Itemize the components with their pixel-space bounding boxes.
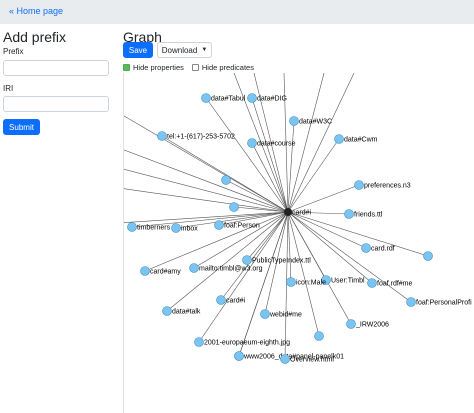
- graph-node-label: foaf:PersonalProfi: [416, 300, 472, 307]
- graph-edge: [205, 97, 289, 213]
- graph-node[interactable]: [280, 354, 290, 364]
- graph-node[interactable]: [247, 138, 257, 148]
- graph-node-label: foaf.rdf#me: [377, 281, 413, 288]
- submit-button[interactable]: Submit: [3, 119, 40, 135]
- graph-edge: [124, 211, 289, 223]
- graph-node-label: icon:Male: [296, 280, 326, 287]
- graph-edge: [124, 188, 289, 213]
- graph-node[interactable]: [234, 351, 244, 361]
- graph-node[interactable]: [354, 180, 364, 190]
- graph-node[interactable]: [221, 175, 231, 185]
- graph-node-label: data#Cwm: [344, 137, 378, 144]
- graph-edge: [124, 149, 289, 213]
- graph-edge: [251, 97, 289, 213]
- graph-edge: [198, 211, 289, 343]
- graph-node-label: Overview.html: [290, 357, 334, 364]
- graph-canvas[interactable]: data#Tabul data#DIG data#W3C tel:+1-(617)-2…: [123, 73, 474, 413]
- save-button[interactable]: Save: [123, 42, 153, 58]
- home-page-link[interactable]: « Home page: [9, 6, 63, 16]
- graph-node[interactable]: [216, 295, 226, 305]
- graph-node[interactable]: [229, 202, 239, 212]
- graph-edge: [246, 211, 289, 261]
- iri-input[interactable]: [3, 96, 109, 112]
- iri-label: IRI: [3, 84, 14, 93]
- graph-node-label: data#W3C: [299, 119, 332, 126]
- download-label: Download: [161, 45, 198, 55]
- graph-options: Hide properties Hide predicates: [123, 63, 254, 72]
- graph-node-label: data#talk: [172, 309, 201, 316]
- graph-node[interactable]: [171, 223, 181, 233]
- graph-node[interactable]: [406, 297, 416, 307]
- prefix-label: Prefix: [3, 47, 24, 56]
- graph-node[interactable]: [344, 209, 354, 219]
- graph-edge: [287, 120, 295, 213]
- graph-edge: [287, 138, 340, 213]
- graph-node[interactable]: [162, 306, 172, 316]
- graph-node[interactable]: [157, 131, 167, 141]
- graph-node[interactable]: [242, 255, 252, 265]
- graph-node-label: _IRW2006: [355, 322, 389, 329]
- graph-node-label: timberners: [137, 225, 171, 232]
- graph-node[interactable]: [189, 263, 199, 273]
- graph-node[interactable]: [140, 266, 150, 276]
- graph-node-label: friends.ttl: [354, 212, 383, 219]
- graph-node[interactable]: [247, 93, 257, 103]
- graph-node[interactable]: [289, 116, 299, 126]
- graph-node-label: User:Timbl: [331, 278, 365, 285]
- graph-node[interactable]: [201, 93, 211, 103]
- graph-node[interactable]: [260, 309, 270, 319]
- graph-node-label: mailto:timbl@w3.org: [199, 266, 263, 273]
- graph-node-label: card.rdf: [371, 246, 395, 253]
- graph-node-label: foaf:Person: [224, 223, 260, 230]
- graph-node-label: PublicTypeIndex.ttl: [252, 258, 311, 265]
- hide-predicates-checkbox[interactable]: [191, 64, 199, 71]
- download-dropdown-button[interactable]: Download ▼: [157, 42, 212, 58]
- graph-edge: [124, 168, 289, 213]
- graph-node-label: inbox: [181, 226, 198, 233]
- graph-node-label: card#amy: [150, 269, 181, 276]
- graph-nodes: data#Tabul data#DIG data#W3C tel:+1-(617)-2…: [127, 93, 472, 364]
- graph-node[interactable]: [194, 337, 204, 347]
- hide-properties-checkbox[interactable]: [123, 64, 130, 71]
- graph-center-label: card#i: [292, 210, 312, 217]
- graph-node-label: 2001-europaeum-eighth.jpg: [204, 340, 290, 347]
- graph-node[interactable]: [127, 222, 137, 232]
- graph-edge: [287, 211, 373, 284]
- prefix-input[interactable]: [3, 60, 109, 76]
- graph-node[interactable]: [423, 251, 433, 261]
- top-navbar: « Home page: [0, 0, 474, 24]
- graph-edge: [284, 211, 289, 360]
- hide-predicates-label: Hide predicates: [201, 63, 254, 72]
- graph-node-label: preferences.n3: [364, 183, 411, 190]
- graph-edge: [238, 211, 289, 357]
- graph-node-label: data#course: [257, 141, 296, 148]
- graph-node-label: webid#me: [269, 312, 302, 319]
- graph-node-label: data#DIG: [257, 96, 287, 103]
- graph-node[interactable]: [346, 319, 356, 329]
- caret-down-icon: ▼: [201, 47, 208, 53]
- graph-node-label: tel:+1-(617)-253-5702: [167, 134, 235, 141]
- graph-node[interactable]: [361, 243, 371, 253]
- graph-node[interactable]: [314, 331, 324, 341]
- add-prefix-title: Add prefix: [3, 29, 67, 45]
- graph-node-label: data#Tabul: [211, 96, 246, 103]
- graph-center-node[interactable]: [284, 208, 292, 216]
- graph-node[interactable]: [367, 278, 377, 288]
- graph-node[interactable]: [214, 220, 224, 230]
- graph-node-label: card#i: [226, 298, 246, 305]
- graph-node[interactable]: [286, 277, 296, 287]
- graph-node[interactable]: [334, 134, 344, 144]
- graph-svg[interactable]: data#Tabul data#DIG data#W3C tel:+1-(617)-2…: [124, 73, 474, 413]
- hide-properties-label: Hide properties: [133, 63, 184, 72]
